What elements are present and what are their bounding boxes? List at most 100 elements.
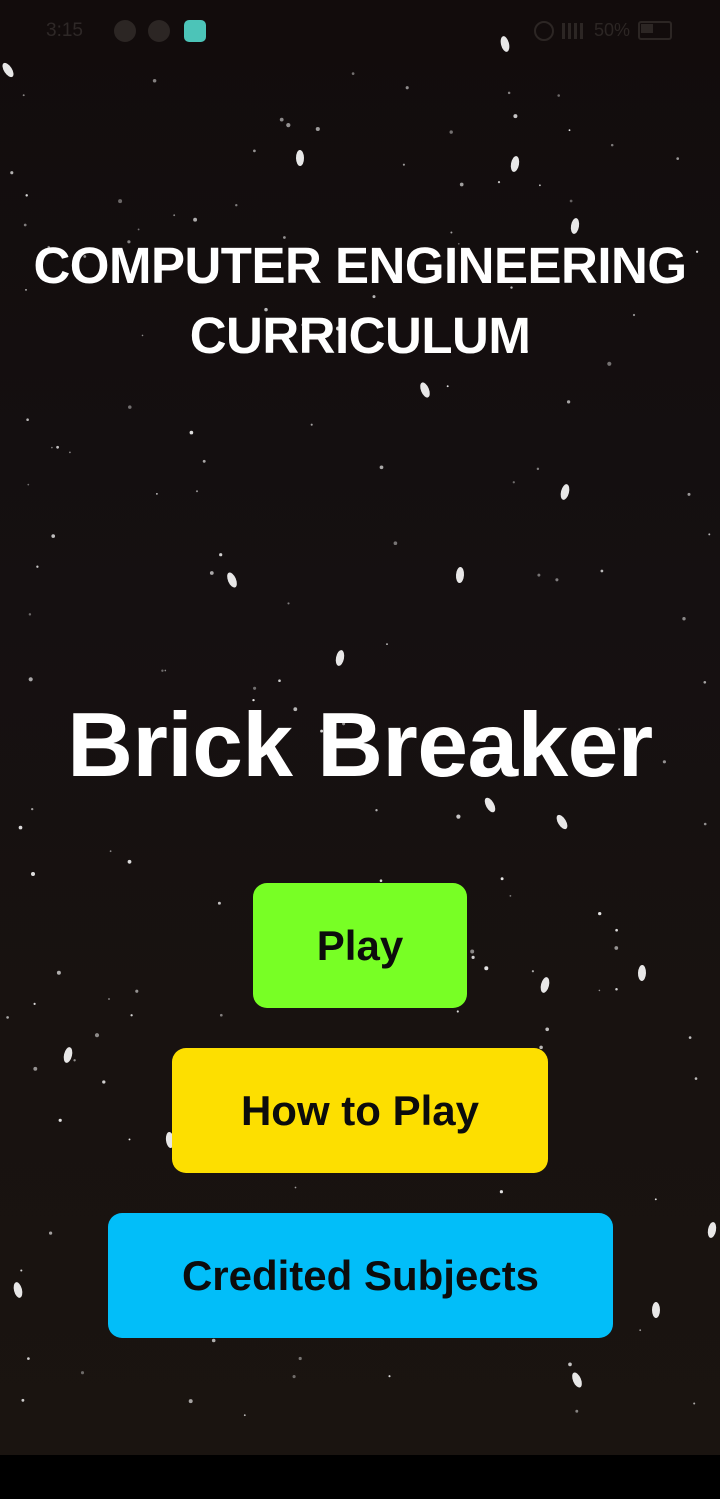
star — [195, 490, 199, 493]
star — [555, 578, 559, 582]
star — [118, 199, 123, 204]
star — [639, 1329, 642, 1332]
star — [80, 1371, 85, 1375]
star — [227, 572, 237, 588]
star — [253, 149, 256, 153]
star — [21, 1398, 25, 1402]
star — [127, 859, 132, 864]
star — [13, 1282, 23, 1298]
star — [450, 231, 453, 234]
star — [287, 602, 290, 605]
star — [708, 533, 711, 536]
star — [449, 130, 453, 134]
star — [560, 484, 570, 500]
star — [540, 977, 550, 993]
star — [108, 998, 110, 1000]
star — [703, 680, 707, 684]
star — [278, 679, 281, 683]
credited-subjects-button[interactable]: Credited Subjects — [108, 1213, 613, 1338]
star — [402, 163, 405, 166]
star — [6, 1016, 9, 1019]
star — [22, 94, 25, 97]
star — [286, 123, 291, 128]
star — [513, 114, 518, 119]
star — [217, 901, 221, 905]
star — [279, 117, 284, 122]
star — [51, 446, 53, 449]
star — [26, 418, 29, 422]
star — [56, 445, 59, 449]
star — [654, 1198, 657, 1201]
star — [202, 459, 206, 463]
play-button[interactable]: Play — [253, 883, 467, 1008]
star — [456, 814, 461, 819]
star — [693, 1402, 696, 1405]
star — [539, 184, 541, 187]
star — [484, 966, 489, 971]
star — [188, 1399, 193, 1404]
star — [420, 382, 430, 398]
star — [682, 617, 686, 621]
star — [545, 1027, 550, 1032]
star — [31, 807, 34, 811]
game-title: Brick Breaker — [67, 695, 653, 796]
star — [27, 483, 30, 486]
star — [56, 970, 61, 975]
star — [102, 1080, 106, 1084]
star — [189, 430, 194, 435]
teal-app-icon — [184, 20, 206, 42]
star — [536, 467, 540, 471]
app-notification-icon — [148, 20, 170, 42]
star — [33, 1066, 38, 1071]
curriculum-title-line1: COMPUTER ENGINEERING — [33, 237, 687, 294]
star — [25, 194, 28, 197]
star — [575, 1409, 579, 1413]
star — [173, 214, 176, 217]
star — [28, 613, 32, 616]
star — [130, 1014, 133, 1017]
star — [10, 171, 14, 175]
star — [193, 217, 198, 222]
star — [219, 553, 223, 557]
star — [688, 1036, 692, 1039]
curriculum-title-line2: CURRICULUM — [189, 307, 531, 364]
star — [676, 157, 680, 160]
star — [652, 1302, 660, 1318]
star — [610, 143, 614, 147]
star — [243, 1414, 246, 1417]
star — [598, 911, 602, 916]
star — [484, 797, 496, 813]
star — [707, 1222, 717, 1238]
star — [351, 72, 355, 75]
star — [128, 1138, 131, 1141]
star — [49, 1231, 53, 1235]
star — [73, 1059, 76, 1062]
star — [58, 1118, 62, 1122]
star — [405, 86, 409, 90]
star — [135, 989, 139, 993]
star — [456, 1010, 459, 1013]
star — [20, 1269, 23, 1272]
star — [209, 571, 214, 575]
star — [388, 1375, 391, 1378]
star — [531, 970, 534, 973]
star — [393, 541, 398, 546]
star — [219, 1013, 223, 1017]
star — [572, 1372, 582, 1388]
star — [27, 1357, 30, 1360]
star — [537, 573, 541, 577]
star — [33, 1002, 36, 1005]
star — [497, 181, 501, 184]
star — [694, 1077, 698, 1080]
alarm-icon — [533, 20, 554, 41]
star — [36, 565, 39, 568]
star — [51, 534, 56, 538]
star — [156, 493, 158, 495]
battery-percent: 50% — [593, 20, 630, 40]
star — [164, 669, 167, 672]
star — [687, 492, 691, 496]
signal-icon — [561, 22, 586, 39]
star — [614, 946, 619, 950]
how-to-play-button[interactable]: How to Play — [172, 1048, 548, 1173]
status-time: 3:15 — [46, 20, 83, 41]
